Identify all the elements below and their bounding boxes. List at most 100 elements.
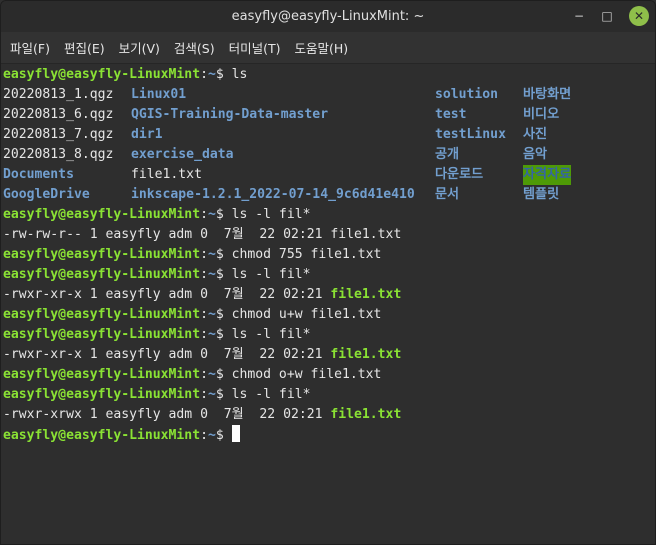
ls-entry: GoogleDrive (3, 187, 90, 202)
prompt-path: ~ (207, 367, 216, 382)
listing-meta: -rwxr-xr-x 1 easyfly adm 0 7월 22 02:21 (3, 287, 331, 302)
menu-bar: 파일(F) 편집(E) 보기(V) 검색(S) 터미널(T) 도움말(H) (1, 32, 655, 64)
window-controls: − □ ✕ (567, 5, 649, 27)
text-cursor[interactable] (231, 425, 240, 442)
listing-line: -rwxr-xr-x 1 easyfly adm 0 7월 22 02:21 f… (3, 285, 655, 305)
ls-entry: exercise_data (131, 147, 234, 162)
minimize-icon[interactable]: − (567, 5, 591, 27)
prompt-sep: : (200, 67, 208, 82)
ls-entry: inkscape-1.2.1_2022-07-14_9c6d41e410 (131, 187, 415, 202)
ls-entry: 사진 (523, 127, 548, 142)
command-text: ls -l fil* (223, 207, 311, 222)
prompt-symbol: $ (215, 428, 224, 443)
menu-help[interactable]: 도움말(H) (288, 34, 356, 61)
ls-entry: 비디오 (523, 107, 560, 122)
listing-line: -rwxr-xr-x 1 easyfly adm 0 7월 22 02:21 f… (3, 345, 655, 365)
prompt-symbol: $ (215, 267, 224, 282)
command-text: chmod u+w file1.txt (223, 307, 382, 322)
ls-row: 20220813_1.qgz Linux01 solution 바탕화면 (3, 85, 655, 105)
menu-edit[interactable]: 편집(E) (57, 34, 112, 61)
prompt-symbol: $ (215, 367, 224, 382)
listing-file: file1.txt (330, 407, 402, 422)
listing-meta: -rw-rw-r-- 1 easyfly adm 0 7월 22 02:21 (3, 227, 331, 242)
prompt-user: easyfly@easyfly-LinuxMint (3, 267, 201, 282)
prompt-sep: : (200, 387, 208, 402)
maximize-icon[interactable]: □ (595, 5, 619, 27)
prompt-line: easyfly@easyfly-LinuxMint:~$ ls -l fil* (3, 385, 655, 405)
listing-file: file1.txt (330, 287, 402, 302)
prompt-user: easyfly@easyfly-LinuxMint (3, 387, 201, 402)
prompt-sep: : (200, 327, 208, 342)
prompt-line: easyfly@easyfly-LinuxMint:~$ ls (3, 65, 655, 85)
ls-row: 20220813_8.qgz exercise_data 공개 음악 (3, 145, 655, 165)
menu-terminal[interactable]: 터미널(T) (222, 34, 288, 61)
ls-entry: testLinux (435, 127, 506, 142)
prompt-user: easyfly@easyfly-LinuxMint (3, 207, 201, 222)
close-icon[interactable]: ✕ (629, 6, 649, 26)
ls-entry: 공개 (435, 147, 460, 162)
prompt-line: easyfly@easyfly-LinuxMint:~$ ls -l fil* (3, 325, 655, 345)
prompt-line: easyfly@easyfly-LinuxMint:~$ chmod u+w f… (3, 305, 655, 325)
prompt-user: easyfly@easyfly-LinuxMint (3, 247, 201, 262)
prompt-symbol: $ (215, 67, 224, 82)
prompt-line: easyfly@easyfly-LinuxMint:~$ chmod 755 f… (3, 245, 655, 265)
title-bar[interactable]: easyfly@easyfly-LinuxMint: ~ − □ ✕ (1, 1, 655, 32)
ls-entry: 20220813_7.qgz (3, 127, 114, 142)
ls-row: Documents file1.txt 다운로드 자격자료 (3, 165, 655, 185)
ls-entry: Documents (3, 167, 74, 182)
listing-line: -rwxr-xrwx 1 easyfly adm 0 7월 22 02:21 f… (3, 405, 655, 425)
command-text: ls -l fil* (223, 267, 311, 282)
prompt-user: easyfly@easyfly-LinuxMint (3, 367, 201, 382)
ls-entry: 20220813_1.qgz (3, 87, 114, 102)
prompt-sep: : (200, 267, 208, 282)
prompt-symbol: $ (215, 307, 224, 322)
menu-search[interactable]: 검색(S) (167, 34, 222, 61)
listing-meta: -rwxr-xrwx 1 easyfly adm 0 7월 22 02:21 (3, 407, 331, 422)
ls-entry: solution (435, 87, 499, 102)
command-text: chmod o+w file1.txt (223, 367, 382, 382)
prompt-line: easyfly@easyfly-LinuxMint:~$ chmod o+w f… (3, 365, 655, 385)
prompt-line: easyfly@easyfly-LinuxMint:~$ (3, 425, 655, 445)
ls-entry: file1.txt (131, 167, 202, 182)
command-text: chmod 755 file1.txt (223, 247, 382, 262)
command-text: ls -l fil* (223, 387, 311, 402)
prompt-user: easyfly@easyfly-LinuxMint (3, 327, 201, 342)
prompt-path: ~ (207, 67, 216, 82)
ls-entry: 음악 (523, 147, 548, 162)
terminal-output[interactable]: easyfly@easyfly-LinuxMint:~$ ls 20220813… (1, 64, 655, 544)
ls-entry: QGIS-Training-Data-master (131, 107, 329, 122)
listing-line: -rw-rw-r-- 1 easyfly adm 0 7월 22 02:21 f… (3, 225, 655, 245)
prompt-path: ~ (207, 247, 216, 262)
terminal-window: easyfly@easyfly-LinuxMint: ~ − □ ✕ 파일(F)… (0, 0, 656, 545)
menu-file[interactable]: 파일(F) (3, 34, 57, 61)
window-title: easyfly@easyfly-LinuxMint: ~ (231, 9, 425, 24)
listing-meta: -rwxr-xr-x 1 easyfly adm 0 7월 22 02:21 (3, 347, 331, 362)
prompt-user: easyfly@easyfly-LinuxMint (3, 307, 201, 322)
prompt-symbol: $ (215, 327, 224, 342)
prompt-symbol: $ (215, 207, 224, 222)
ls-entry: Linux01 (131, 87, 187, 102)
ls-entry: 20220813_6.qgz (3, 107, 114, 122)
prompt-path: ~ (207, 267, 216, 282)
prompt-sep: : (200, 428, 208, 443)
prompt-user: easyfly@easyfly-LinuxMint (3, 67, 201, 82)
ls-entry: 템플릿 (523, 187, 560, 202)
prompt-sep: : (200, 307, 208, 322)
ls-row: GoogleDrive inkscape-1.2.1_2022-07-14_9c… (3, 185, 655, 205)
ls-entry: dir1 (131, 127, 163, 142)
ls-row: 20220813_7.qgz dir1 testLinux 사진 (3, 125, 655, 145)
prompt-sep: : (200, 247, 208, 262)
prompt-user: easyfly@easyfly-LinuxMint (3, 428, 201, 443)
prompt-line: easyfly@easyfly-LinuxMint:~$ ls -l fil* (3, 265, 655, 285)
listing-file: file1.txt (330, 227, 402, 242)
menu-view[interactable]: 보기(V) (112, 34, 167, 61)
ls-entry: 다운로드 (435, 167, 484, 182)
prompt-path: ~ (207, 307, 216, 322)
command-text: ls (223, 67, 248, 82)
ls-entry: 문서 (435, 187, 460, 202)
prompt-symbol: $ (215, 247, 224, 262)
prompt-symbol: $ (215, 387, 224, 402)
ls-row: 20220813_6.qgz QGIS-Training-Data-master… (3, 105, 655, 125)
prompt-sep: : (200, 367, 208, 382)
ls-entry: 20220813_8.qgz (3, 147, 114, 162)
